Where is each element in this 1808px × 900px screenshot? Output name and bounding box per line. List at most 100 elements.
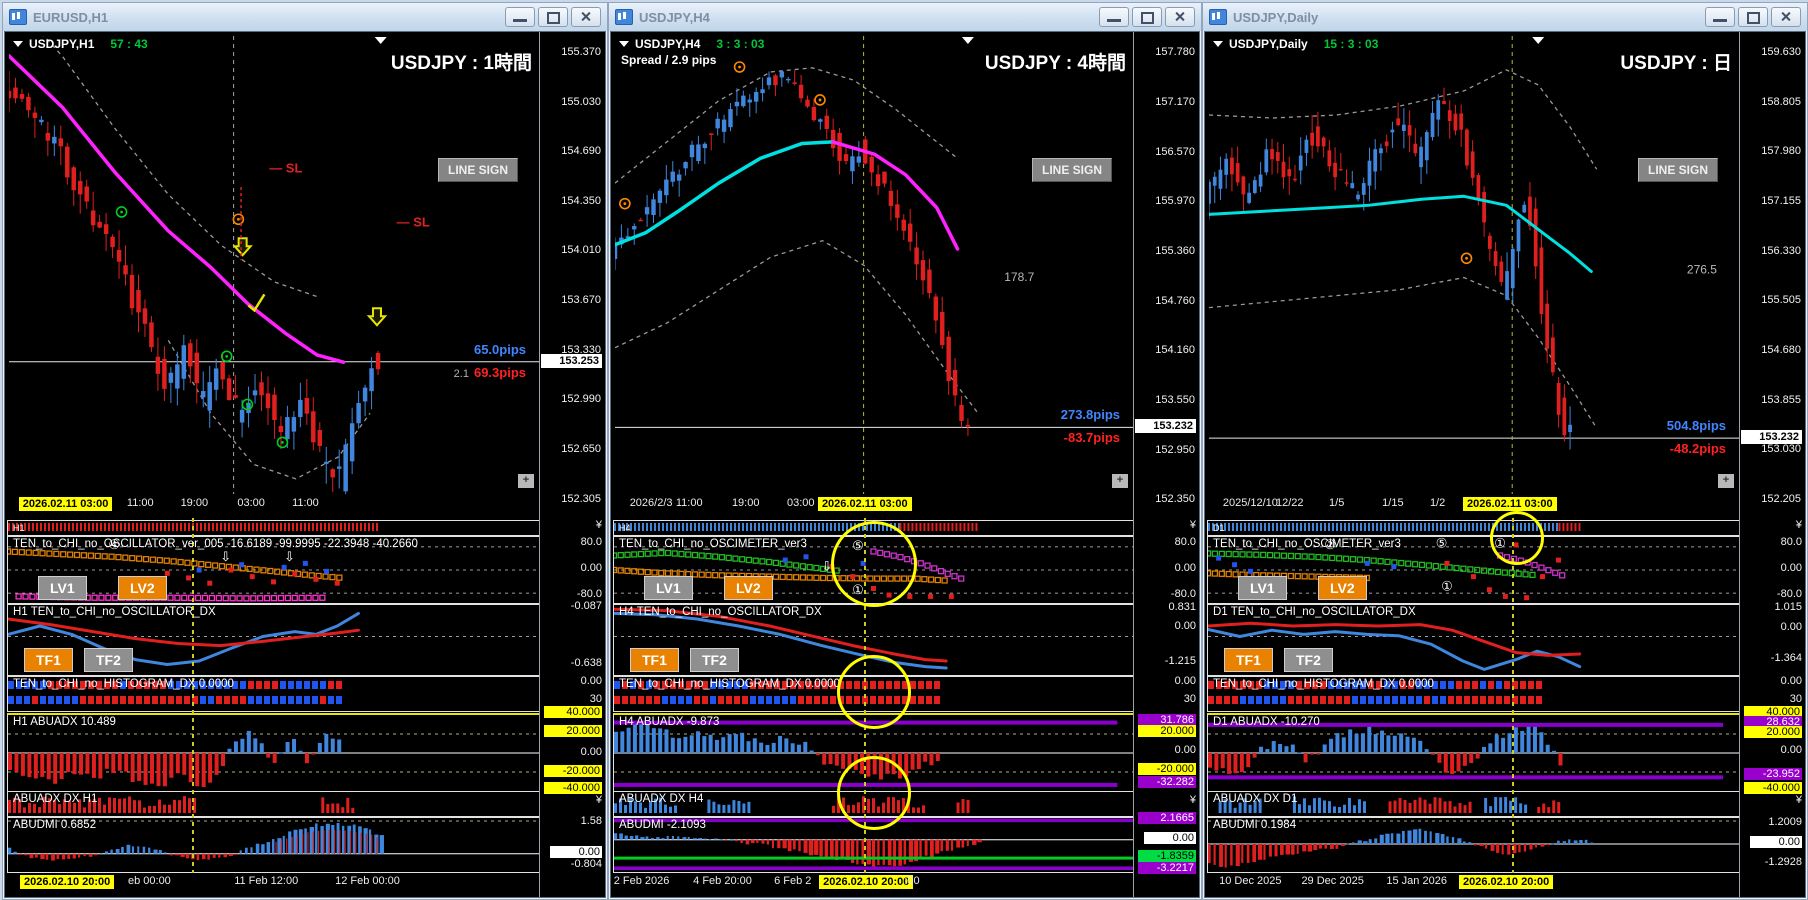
circled-number-marker: ⑤	[1436, 537, 1448, 551]
chart-time-axis: 2025/12/10 12/22 1/5 1/15 1/2 2026.02.11 03:0…	[1209, 494, 1740, 518]
lv1-button[interactable]: LV1	[38, 576, 87, 600]
window-title: USDJPY,H4	[639, 9, 710, 25]
current-price-box: 153.232	[1741, 430, 1802, 445]
panel-axis-badge: 31.786	[1138, 713, 1196, 726]
tf1-button[interactable]: TF1	[630, 648, 679, 672]
chart-time-axis: 2026/2/3 11:00 19:00 03:00 2026.02.11 03:00	[615, 494, 1134, 518]
circled-number-marker: ⇩	[220, 549, 231, 564]
date-tick-label: :00	[904, 875, 920, 887]
minimize-button[interactable]	[1099, 7, 1129, 27]
tf2-button[interactable]: TF2	[84, 648, 133, 672]
restore-button[interactable]	[1738, 7, 1768, 27]
price-tick-label: 152.990	[561, 393, 601, 406]
bottom-time-axis: 10 Dec 2025 29 Dec 2025 15 Jan 2026 2026.02…	[1209, 873, 1740, 893]
panel-abudmi: ABUDMI 0.6852	[7, 817, 542, 873]
panel-tick-row: D1	[1207, 520, 1742, 536]
plus-box-icon[interactable]: +	[518, 474, 534, 488]
panel-axis-badge: 30	[1183, 693, 1196, 706]
price-tick-label: 154.160	[1155, 344, 1195, 356]
histogram-dx-label: TEN_to_CHI_no_HISTOGRAM_DX 0.0000	[13, 678, 234, 690]
panel-axis-badge: -1.215	[1164, 655, 1196, 668]
price-chart: 178.7 +	[615, 36, 1134, 494]
panel-axis-badge: 0.00	[1780, 744, 1802, 756]
price-range-label: 178.7	[1004, 270, 1034, 284]
selected-date-label: 2026.02.10 20:00	[819, 875, 914, 889]
line-sign-button[interactable]: LINE SIGN	[1032, 158, 1113, 182]
minimize-icon	[513, 19, 527, 22]
date-tick-label: 15 Jan 2026	[1386, 875, 1447, 887]
price-tick-label: 157.980	[1761, 145, 1801, 158]
timeframe-watermark: USDJPY : 4時間	[984, 53, 1126, 74]
close-button[interactable]	[1771, 7, 1801, 27]
tf1-button[interactable]: TF1	[1224, 648, 1273, 672]
chart-client-area: 178.7 + USDJPY,H4 3 : 3 : 03 Spread / 2.9 pi…	[610, 31, 1200, 898]
oscillator-label: TEN_to_CHI_no_OSCIMETER_ver3	[1213, 538, 1401, 550]
plus-box-icon[interactable]: +	[1112, 474, 1128, 488]
chart-window-icon	[615, 9, 633, 25]
tf2-button[interactable]: TF2	[1284, 648, 1333, 672]
abuadx-dx-label: ABUADX DX H1	[13, 793, 98, 805]
time-tick-label: 03:00	[237, 497, 265, 509]
panel-axis-badge: ¥	[1795, 793, 1802, 806]
price-scale: 157.780 157.170 156.570 155.970 155.360 154.7…	[1133, 32, 1198, 897]
lv1-button[interactable]: LV1	[644, 576, 693, 600]
lv1-button[interactable]: LV1	[1238, 576, 1287, 600]
symbol-period-dropdown[interactable]: USDJPY,Daily 15 : 3 : 03	[1213, 37, 1378, 51]
yellow-check-mark	[247, 293, 266, 313]
lv2-button[interactable]: LV2	[724, 576, 773, 600]
close-button[interactable]	[571, 7, 601, 27]
tick-row-label: D1	[1213, 523, 1225, 533]
panel-axis-badge: -40.000	[1744, 782, 1802, 794]
chart-symbol-label: USDJPY,H4	[635, 37, 701, 51]
lv2-button[interactable]: LV2	[1318, 576, 1367, 600]
time-tick-label: 11:00	[292, 497, 319, 509]
date-tick-label: 6 Feb 2	[774, 875, 812, 887]
symbol-period-dropdown[interactable]: USDJPY,H4 3 : 3 : 03	[619, 37, 764, 51]
panel-abuadx: H4 ABUADX -9.873	[613, 713, 1136, 793]
lv2-button[interactable]: LV2	[118, 576, 167, 600]
tf1-button[interactable]: TF1	[24, 648, 73, 672]
dropdown-triangle-icon	[619, 41, 629, 47]
titlebar[interactable]: EURUSD,H1	[3, 3, 607, 31]
date-tick-label: 29 Dec 2025	[1301, 875, 1364, 887]
minimize-button[interactable]	[1705, 7, 1735, 27]
panel-abudmi: ABUDMI 0.1984	[1207, 817, 1742, 873]
close-button[interactable]	[1165, 7, 1195, 27]
titlebar[interactable]: USDJPY,H4	[609, 3, 1201, 31]
price-tick-label: 155.030	[561, 95, 601, 108]
dropdown-triangle-icon	[1213, 41, 1223, 47]
line-sign-button[interactable]: LINE SIGN	[1638, 158, 1719, 182]
pips-up-label: 273.8pips	[1060, 407, 1120, 423]
symbol-period-dropdown[interactable]: USDJPY,H1 57 : 43	[13, 37, 148, 51]
timeframe-watermark: USDJPY : 日	[1620, 53, 1732, 74]
panel-axis-badge: 40.000	[544, 706, 602, 718]
circled-number-marker: ①	[852, 582, 864, 597]
tf2-button[interactable]: TF2	[690, 648, 739, 672]
panel-oscillator-meter: ② ⑤ ① ① TEN_to_CHI_no_OSCIMETER_ver3 LV1 LV2	[1207, 536, 1742, 604]
price-tick-label: 159.630	[1761, 46, 1801, 58]
price-scale: 159.630 158.805 157.980 157.155 156.330 155.5…	[1739, 32, 1804, 897]
timeframe-watermark: USDJPY : 1時間	[390, 53, 532, 74]
current-price-box: 153.232	[1135, 419, 1196, 434]
abudmi-label: ABUDMI -2.1093	[619, 819, 706, 831]
minimize-button[interactable]	[505, 7, 535, 27]
plus-box-icon[interactable]: +	[1718, 474, 1734, 488]
oscillator-dx-label: H4 TEN_to_CHI_no_OSCILLATOR_DX	[619, 606, 822, 618]
restore-button[interactable]	[1132, 7, 1162, 27]
panel-oscillator-dx: H4 TEN_to_CHI_no_OSCILLATOR_DX TF1 TF2	[613, 604, 1136, 676]
line-sign-button[interactable]: LINE SIGN	[438, 158, 519, 182]
restore-button[interactable]	[538, 7, 568, 27]
panel-axis-badge: ¥	[1795, 519, 1802, 532]
panel-axis-badge: -32.282	[1138, 775, 1196, 788]
restore-icon	[547, 12, 560, 24]
price-tick-label: 153.855	[1761, 393, 1801, 406]
panel-axis-badge: -1.364	[1770, 651, 1802, 664]
panel-axis-badge: 1.015	[1774, 600, 1802, 613]
panel-axis-badge: 80.0	[1780, 535, 1802, 548]
date-tick-label: 4 Feb 20:00	[693, 875, 752, 887]
titlebar[interactable]: USDJPY,Daily	[1203, 3, 1807, 31]
panel-axis-badge: 0.831	[1168, 600, 1196, 613]
selected-date-label: 2026.02.10 20:00	[20, 875, 115, 889]
panel-axis-badge: 0.00	[1780, 562, 1802, 574]
price-tick-label: 157.780	[1155, 46, 1195, 58]
